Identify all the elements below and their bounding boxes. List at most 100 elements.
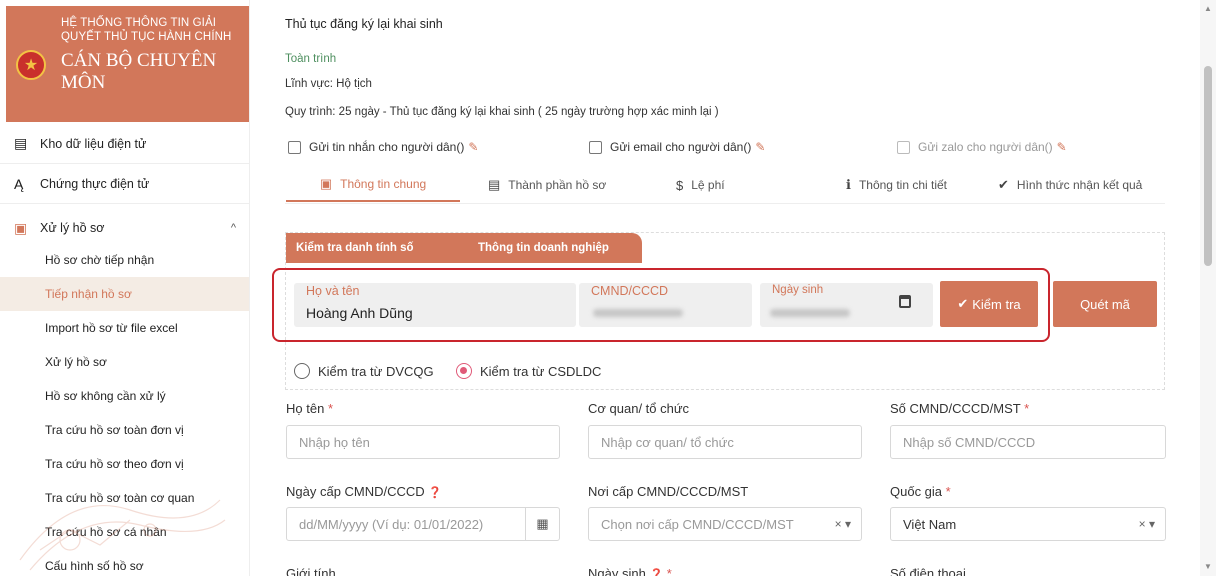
radio-circle[interactable]: [456, 363, 472, 379]
sidebar-item-label: Chứng thực điện tử: [40, 176, 150, 191]
id-card-icon: ▣: [319, 176, 333, 191]
user-role: CÁN BỘ CHUYÊN MÔN: [61, 50, 217, 93]
country-label: Quốc gia *: [890, 484, 951, 499]
checkbox-box[interactable]: [589, 140, 602, 154]
drum-pattern-decoration: [19, 499, 226, 571]
page-scrollbar[interactable]: ▲ ▼: [1200, 0, 1216, 576]
notify-zalo-checkbox[interactable]: Gửi zalo cho người dân() ✎: [897, 140, 1067, 154]
required-mark: *: [1024, 401, 1030, 416]
sidebar-subitem-label: Hồ sơ chờ tiếp nhận: [45, 253, 155, 267]
chevron-up-icon: ^: [230, 222, 236, 234]
checkbox-box[interactable]: [288, 140, 301, 154]
sidebar-subitem-no-process-needed[interactable]: Hồ sơ không cần xử lý: [0, 379, 249, 413]
sidebar-subitem-import-excel[interactable]: Import hồ sơ từ file excel: [0, 311, 249, 345]
full-name-input[interactable]: Nhập họ tên: [286, 425, 560, 459]
sidebar: ★ HỆ THỐNG THÔNG TIN GIẢI QUYẾT THỦ TỤC …: [0, 0, 250, 576]
required-mark: *: [666, 566, 672, 576]
label-text: Ngày cấp CMND/CCCD: [286, 484, 425, 499]
edit-icon[interactable]: ✎: [755, 140, 765, 154]
label-text: Số CMND/CCCD/MST: [890, 401, 1021, 416]
scan-code-button[interactable]: Quét mã: [1053, 281, 1157, 327]
highlight-annotation-frame: [272, 268, 1050, 342]
tab-label: Thông tin chung: [340, 177, 427, 191]
sidebar-item-e-data-store[interactable]: ▤ Kho dữ liệu điện tử: [0, 124, 249, 164]
tab-details[interactable]: ℹ Thông tin chi tiết: [846, 168, 947, 202]
sidebar-subitem-label: Xử lý hồ sơ: [45, 355, 107, 369]
organization-input[interactable]: Nhập cơ quan/ tổ chức: [588, 425, 862, 459]
required-mark: *: [945, 484, 951, 499]
notify-sms-checkbox[interactable]: Gửi tin nhắn cho người dân() ✎: [288, 140, 478, 154]
calendar-icon[interactable]: ▦: [525, 508, 559, 540]
scroll-up-icon[interactable]: ▲: [1204, 4, 1212, 13]
dob-label: Ngày sinh ❓ *: [588, 566, 672, 576]
sidebar-subitem-search-unit[interactable]: Tra cứu hồ sơ toàn đơn vị: [0, 413, 249, 447]
tab-result-delivery[interactable]: ✔ Hình thức nhận kết quả: [998, 168, 1142, 202]
gender-label: Giới tính: [286, 566, 336, 576]
id-number-input[interactable]: Nhập số CMND/CCCD: [890, 425, 1166, 459]
input-placeholder: dd/MM/yyyy (Ví dụ: 01/01/2022): [299, 516, 484, 532]
clear-and-chevron-icon[interactable]: × ▾: [1139, 517, 1155, 531]
sidebar-item-label: Kho dữ liệu điện tử: [40, 136, 147, 151]
issue-place-select[interactable]: Chọn nơi cấp CMND/CCCD/MST × ▾: [588, 507, 862, 541]
folder-icon: ▣: [14, 219, 28, 236]
help-icon[interactable]: ❓: [428, 487, 442, 499]
sidebar-subitem-receive-records[interactable]: Tiếp nhận hồ sơ: [0, 277, 249, 311]
label-text: Ngày sinh: [588, 566, 646, 576]
sidebar-item-label: Xử lý hồ sơ: [40, 221, 105, 235]
organization-label: Cơ quan/ tổ chức: [588, 401, 690, 416]
sidebar-subitem-pending-receipt[interactable]: Hồ sơ chờ tiếp nhận: [0, 243, 249, 277]
tab-label: Hình thức nhận kết quả: [1016, 178, 1143, 192]
sidebar-subitem-label: Tiếp nhận hồ sơ: [45, 287, 132, 301]
radio-source-csdldc[interactable]: Kiểm tra từ CSDLDC: [456, 363, 601, 379]
process-info: Quy trình: 25 ngày - Thủ tục đăng ký lại…: [285, 106, 719, 118]
sidebar-item-process-records[interactable]: ▣ Xử lý hồ sơ ^: [0, 208, 249, 248]
tab-label: Thành phần hồ sơ: [508, 178, 607, 192]
checkbox-label: Gửi email cho người dân(): [610, 140, 752, 154]
label-text: Quốc gia: [890, 484, 943, 499]
procedure-type: Toàn trình: [285, 53, 337, 65]
help-icon[interactable]: ❓: [649, 569, 663, 576]
dollar-icon: $: [676, 177, 684, 193]
clear-and-chevron-icon[interactable]: × ▾: [835, 517, 851, 531]
sidebar-subitem-process[interactable]: Xử lý hồ sơ: [0, 345, 249, 379]
page-title: Thủ tục đăng ký lại khai sinh: [285, 17, 443, 31]
label-text: Họ tên: [286, 401, 325, 416]
tab-record-components[interactable]: ▤ Thành phần hồ sơ: [488, 168, 606, 202]
signature-icon: Ą: [14, 175, 24, 192]
system-name: HỆ THỐNG THÔNG TIN GIẢI QUYẾT THỦ TỤC HÀ…: [61, 17, 232, 43]
edit-icon[interactable]: ✎: [468, 140, 478, 154]
tabs-divider: [285, 203, 1165, 204]
notify-email-checkbox[interactable]: Gửi email cho người dân() ✎: [589, 140, 765, 154]
issue-place-label: Nơi cấp CMND/CCCD/MST: [588, 484, 749, 499]
sidebar-subitem-label: Import hồ sơ từ file excel: [45, 321, 178, 335]
id-number-label: Số CMND/CCCD/MST *: [890, 401, 1029, 416]
issue-date-input[interactable]: dd/MM/yyyy (Ví dụ: 01/01/2022) ▦: [286, 507, 560, 541]
tab-digital-identity[interactable]: Kiểm tra danh tính số: [286, 233, 476, 263]
field-info: Lĩnh vực: Hộ tịch: [285, 78, 372, 90]
country-select[interactable]: Việt Nam × ▾: [890, 507, 1166, 541]
list-icon: ▤: [488, 177, 501, 192]
sidebar-item-e-certification[interactable]: Ą Chứng thực điện tử: [0, 164, 249, 204]
info-icon: ℹ: [846, 177, 851, 192]
tab-fees[interactable]: $ Lệ phí: [676, 168, 725, 202]
radio-label: Kiểm tra từ DVCQG: [318, 363, 434, 379]
scroll-down-icon[interactable]: ▼: [1204, 562, 1212, 571]
tab-label: Lệ phí: [691, 178, 725, 192]
required-mark: *: [327, 401, 333, 416]
radio-circle[interactable]: [294, 363, 310, 379]
phone-label: Số điện thoại: [890, 566, 966, 576]
tab-label: Thông tin chi tiết: [858, 178, 948, 192]
checkbox-box[interactable]: [897, 140, 910, 154]
edit-icon[interactable]: ✎: [1057, 140, 1067, 154]
brand-header: ★ HỆ THỐNG THÔNG TIN GIẢI QUYẾT THỦ TỤC …: [6, 6, 249, 122]
building-icon: ▤: [14, 135, 28, 151]
tab-business-info[interactable]: Thông tin doanh nghiệp: [456, 233, 642, 263]
sidebar-subitem-label: Tra cứu hồ sơ toàn đơn vị: [45, 423, 184, 437]
scrollbar-thumb[interactable]: [1204, 66, 1212, 266]
sidebar-subitem-label: Tra cứu hồ sơ theo đơn vị: [45, 457, 184, 471]
radio-source-dvcqg[interactable]: Kiểm tra từ DVCQG: [294, 363, 434, 379]
tab-general-info[interactable]: ▣ Thông tin chung: [286, 168, 460, 202]
sidebar-subitem-label: Hồ sơ không cần xử lý: [45, 389, 166, 403]
radio-label: Kiểm tra từ CSDLDC: [480, 363, 602, 379]
full-name-label: Họ tên *: [286, 401, 333, 416]
